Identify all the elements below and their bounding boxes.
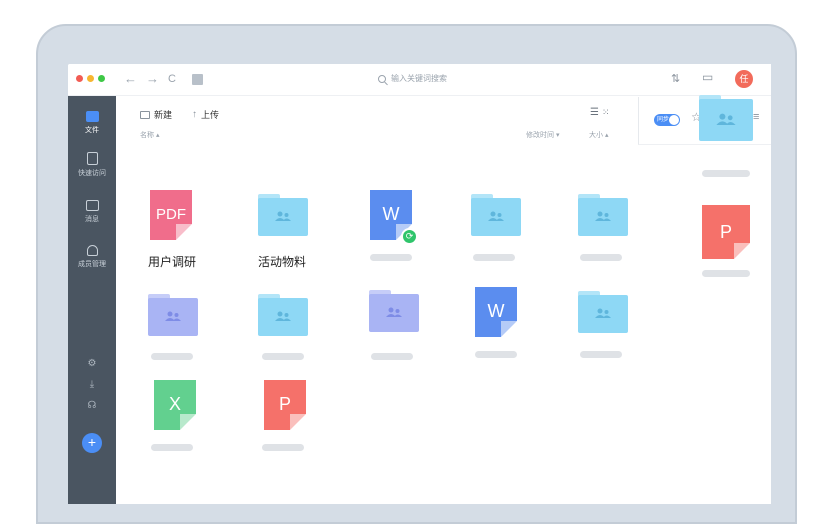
download-icon[interactable]: ⤓ <box>86 379 98 390</box>
upload-icon: ↑ <box>192 109 197 120</box>
page-icon[interactable] <box>192 74 203 85</box>
detail-panel: 同步 ☆ ≡ <box>638 95 771 145</box>
settings-icon[interactable]: ⚙ <box>86 358 98 369</box>
file-name-placeholder <box>262 444 304 451</box>
word-file[interactable]: W <box>475 287 517 337</box>
new-button-label: 新建 <box>154 110 173 120</box>
people-icon <box>716 113 736 125</box>
file-name-placeholder <box>262 353 304 360</box>
folder-item[interactable] <box>471 194 521 236</box>
close-window-button[interactable] <box>76 75 83 82</box>
sidebar-item-label: 快速访问 <box>78 170 106 177</box>
folder-item[interactable] <box>258 294 308 336</box>
sync-toggle-switch[interactable]: 同步 <box>654 114 680 126</box>
members-icon <box>86 245 98 256</box>
file-name-placeholder <box>580 254 622 261</box>
ppt-file-letter: P <box>278 394 291 414</box>
new-file-icon <box>140 110 150 119</box>
folder-item[interactable] <box>369 290 419 332</box>
file-icon <box>85 111 99 122</box>
folder-name[interactable]: 活动物料 <box>258 253 306 270</box>
sidebar-item-label: 消息 <box>85 216 99 223</box>
upload-button-label: 上传 <box>201 110 220 120</box>
laptop-frame: ← → C 输入关键词搜索 ⇅ ▭ 任 文件 快速访问 消息 成员管理 ⚙ ⤓ … <box>36 24 797 524</box>
sort-by-size[interactable]: 大小 ▴ <box>589 130 608 140</box>
quick-access-icon <box>86 152 98 165</box>
file-name-placeholder <box>473 254 515 261</box>
people-icon <box>275 311 291 321</box>
message-icon <box>85 200 99 211</box>
back-arrow-icon[interactable]: ← <box>124 71 137 87</box>
word-file-letter: W <box>382 204 400 224</box>
people-icon <box>595 308 611 318</box>
pdf-file-text: PDF <box>156 206 186 223</box>
minimize-window-button[interactable] <box>87 75 94 82</box>
sync-status-icon: ⟳ <box>401 228 418 245</box>
file-name-placeholder <box>475 351 517 358</box>
sidebar-item-messages[interactable]: 消息 <box>68 200 116 224</box>
search-placeholder: 输入关键词搜索 <box>391 74 447 83</box>
avatar[interactable]: 任 <box>735 70 753 88</box>
sidebar-item-files[interactable]: 文件 <box>68 111 116 135</box>
file-name-placeholder <box>371 353 413 360</box>
folder-item[interactable] <box>699 95 753 141</box>
file-name-placeholder <box>151 444 193 451</box>
app-window: ← → C 输入关键词搜索 ⇅ ▭ 任 文件 快速访问 消息 成员管理 ⚙ ⤓ … <box>68 64 771 504</box>
excel-file[interactable]: X <box>154 380 196 430</box>
maximize-window-button[interactable] <box>98 75 105 82</box>
menu-icon[interactable]: ≡ <box>753 111 759 123</box>
grid-view-icon[interactable]: ⁙ <box>602 107 610 118</box>
list-view-icon[interactable]: ☰ <box>590 107 599 118</box>
title-bar: ← → C 输入关键词搜索 ⇅ ▭ 任 <box>68 64 771 96</box>
search-bar[interactable]: 输入关键词搜索 <box>378 73 447 84</box>
folder-item[interactable] <box>578 291 628 333</box>
word-file-letter: W <box>487 301 505 321</box>
pdf-file-name[interactable]: 用户调研 <box>148 253 196 270</box>
support-icon[interactable]: ☊ <box>86 400 98 411</box>
file-name-placeholder <box>702 170 750 177</box>
search-icon <box>378 74 386 83</box>
sidebar-item-label: 成员管理 <box>78 261 106 268</box>
people-icon <box>275 211 291 221</box>
pdf-file[interactable]: PDF <box>150 190 192 240</box>
file-name-placeholder <box>370 254 412 261</box>
screen-icon[interactable]: ▭ <box>702 70 713 84</box>
ppt-file[interactable]: P <box>264 380 306 430</box>
folder-item[interactable] <box>148 294 198 336</box>
sort-by-name[interactable]: 名称 ▴ <box>140 130 159 140</box>
sidebar-item-members[interactable]: 成员管理 <box>68 245 116 269</box>
people-icon <box>488 211 504 221</box>
ppt-file-letter: P <box>719 222 732 242</box>
file-name-placeholder <box>151 353 193 360</box>
people-icon <box>165 311 181 321</box>
file-name-placeholder <box>580 351 622 358</box>
sync-toggle[interactable]: 同步 <box>654 114 680 126</box>
excel-file-letter: X <box>168 394 181 414</box>
sidebar-item-quick-access[interactable]: 快速访问 <box>68 152 116 178</box>
ppt-file[interactable]: P <box>702 205 750 259</box>
upload-button[interactable]: ↑ 上传 <box>192 108 219 121</box>
folder-item[interactable] <box>578 194 628 236</box>
file-name-placeholder <box>702 270 750 277</box>
refresh-icon[interactable]: C <box>168 71 176 87</box>
sort-by-modified[interactable]: 修改时间 ▾ <box>526 130 559 140</box>
transfer-icon[interactable]: ⇅ <box>671 72 680 85</box>
folder-item[interactable] <box>258 194 308 236</box>
sidebar: 文件 快速访问 消息 成员管理 ⚙ ⤓ ☊ + <box>68 96 116 504</box>
add-button[interactable]: + <box>82 433 102 453</box>
forward-arrow-icon[interactable]: → <box>146 71 159 87</box>
new-button[interactable]: 新建 <box>140 108 172 121</box>
sidebar-item-label: 文件 <box>85 127 99 134</box>
people-icon <box>595 211 611 221</box>
people-icon <box>386 307 402 317</box>
window-controls <box>76 75 105 82</box>
